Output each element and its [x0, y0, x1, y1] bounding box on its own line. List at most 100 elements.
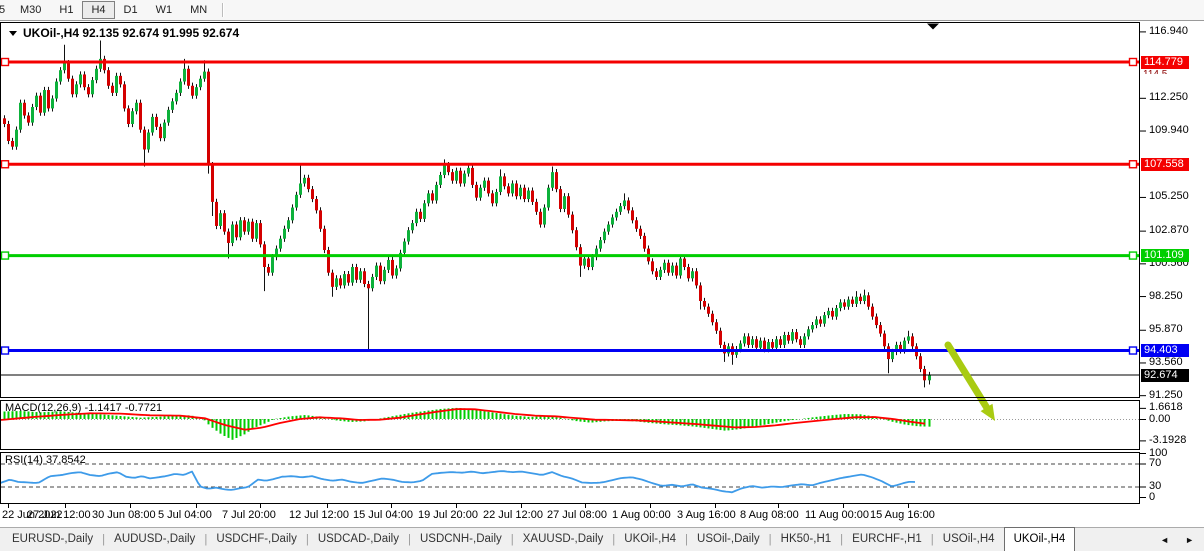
line-handle[interactable] — [2, 59, 9, 66]
candle-body — [811, 325, 814, 329]
candle-body — [311, 189, 314, 199]
line-handle[interactable] — [2, 347, 9, 354]
time-tick-label: 15 Jul 04:00 — [353, 509, 413, 521]
candle-body — [511, 183, 514, 193]
shift-marker-icon[interactable] — [927, 24, 939, 30]
price-level-badge: 107.558 — [1141, 158, 1189, 171]
tab-eurchf-h1[interactable]: EURCHF-,H1 — [843, 529, 931, 551]
candle-body — [627, 200, 630, 210]
candle-body — [659, 270, 662, 277]
candle-body — [179, 82, 182, 93]
tab-usdcad-daily[interactable]: USDCAD-,Daily — [309, 529, 408, 551]
candle-body — [495, 192, 498, 203]
candle-body — [928, 375, 931, 380]
candle-body — [515, 183, 518, 196]
candle-body — [415, 212, 418, 223]
candle-body — [479, 188, 482, 198]
line-handle[interactable] — [1130, 161, 1137, 168]
candle-body — [7, 124, 10, 141]
tab-ukoil-h4[interactable]: UKOil-,H4 — [615, 529, 685, 551]
candle-body — [695, 271, 698, 285]
candle-body — [339, 278, 342, 285]
candle-body — [871, 307, 874, 317]
tab-ukoil-h4[interactable]: UKOil-,H4 — [1004, 527, 1076, 551]
tab-eurusd-daily[interactable]: EURUSD-,Daily — [0, 529, 102, 551]
macd-axis-label: -3.1928 — [1149, 434, 1186, 446]
candle-body — [603, 232, 606, 240]
candle-body — [547, 188, 550, 208]
line-handle[interactable] — [1130, 59, 1137, 66]
candle-body — [507, 186, 510, 193]
candle-body — [519, 188, 522, 196]
chart-collapse-icon[interactable] — [9, 31, 17, 36]
candle-body — [235, 225, 238, 238]
candle-body — [451, 172, 454, 180]
price-level-badge: 114.779 — [1141, 56, 1189, 69]
tab-scroll-left-icon[interactable]: ◄ — [1160, 535, 1169, 545]
candle-body — [3, 118, 6, 124]
candle-body — [435, 185, 438, 201]
arrow-shaft[interactable] — [948, 345, 987, 407]
line-handle[interactable] — [2, 161, 9, 168]
candle-body — [299, 183, 302, 194]
candle-body — [119, 76, 122, 84]
candle-body — [763, 341, 766, 349]
tab-hk50-h1[interactable]: HK50-,H1 — [772, 529, 841, 551]
candle-body — [539, 212, 542, 225]
candle-body — [699, 285, 702, 301]
candle-body — [883, 334, 886, 347]
candle-body — [531, 191, 534, 202]
candle-body — [363, 271, 366, 284]
line-handle[interactable] — [2, 252, 9, 259]
time-tick-label: 7 Jul 20:00 — [222, 509, 276, 521]
candle-body — [151, 117, 154, 133]
rsi-axis-label: 0 — [1149, 491, 1155, 503]
candle-body — [455, 171, 458, 181]
tab-xauusd-daily[interactable]: XAUUSD-,Daily — [514, 529, 613, 551]
candle-body — [247, 222, 250, 232]
candle-body — [527, 191, 530, 199]
candle-body — [287, 220, 290, 228]
rsi-indicator-label: RSI(14) 37.8542 — [5, 454, 86, 466]
tab-usoil-daily[interactable]: USOil-,Daily — [688, 529, 769, 551]
candle-body — [335, 278, 338, 286]
candle-body — [427, 193, 430, 203]
candle-body — [79, 74, 82, 84]
candle-body — [563, 196, 566, 209]
line-handle[interactable] — [1130, 347, 1137, 354]
price-tick-label: 112.250 — [1149, 91, 1188, 103]
candle-body — [583, 259, 586, 266]
tab-usoil-h4[interactable]: USOil-,H4 — [934, 529, 1004, 551]
candle-body — [75, 84, 78, 94]
tab-usdcnh-daily[interactable]: USDCNH-,Daily — [411, 529, 511, 551]
candle-body — [859, 297, 862, 301]
candle-body — [35, 96, 38, 107]
candle-body — [639, 229, 642, 236]
candle-body — [163, 123, 166, 139]
candle-body — [919, 356, 922, 369]
tab-audusd-daily[interactable]: AUDUSD-,Daily — [105, 529, 204, 551]
rsi-axis-label: 70 — [1149, 457, 1161, 469]
candle-body — [667, 263, 670, 273]
price-level-badge: 92.674 — [1141, 369, 1189, 382]
candle-body — [199, 79, 202, 87]
candle-body — [719, 331, 722, 345]
candle-body — [211, 165, 214, 202]
candle-body — [67, 63, 70, 79]
candle-body — [315, 199, 318, 210]
candle-body — [879, 325, 882, 333]
candle-body — [635, 220, 638, 228]
tab-usdchf-daily[interactable]: USDCHF-,Daily — [207, 529, 306, 551]
line-handle[interactable] — [1130, 252, 1137, 259]
candle-body — [15, 130, 18, 147]
price-tick-label: 116.940 — [1149, 25, 1188, 37]
candle-body — [323, 229, 326, 250]
candle-body — [395, 268, 398, 275]
candle-body — [99, 59, 102, 69]
tab-scroll-right-icon[interactable]: ► — [1185, 535, 1194, 545]
time-tick-label: 3 Aug 16:00 — [677, 509, 736, 521]
candle-body — [391, 260, 394, 276]
candle-body — [295, 195, 298, 208]
candle-body — [875, 317, 878, 325]
candle-body — [651, 261, 654, 271]
